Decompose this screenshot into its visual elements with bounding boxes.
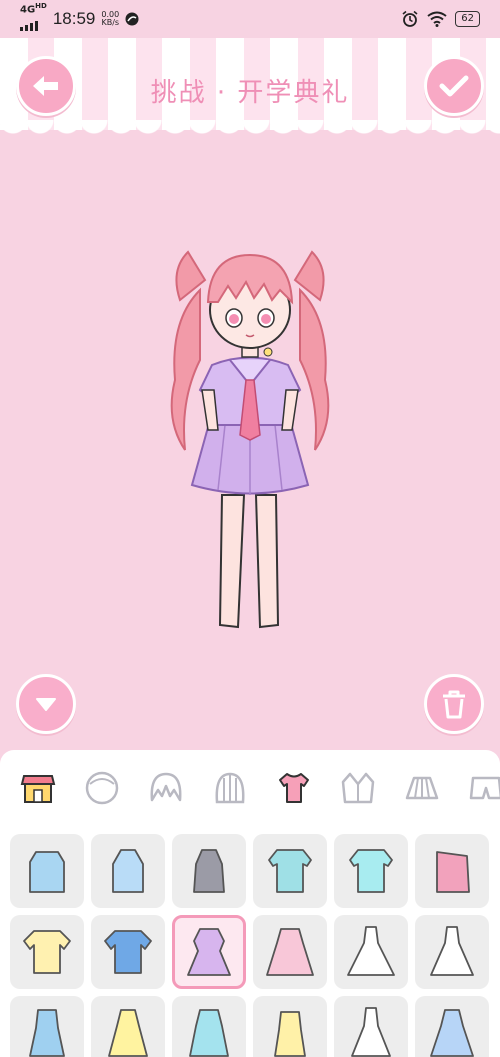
hair-front-icon (150, 772, 182, 802)
yellow-tee-icon (23, 930, 71, 974)
aqua-hoodie-icon (268, 849, 312, 893)
clothing-item-white-gown[interactable] (334, 996, 408, 1057)
confirm-button[interactable] (424, 56, 484, 116)
aqua-dress-icon (189, 1009, 229, 1057)
blue-sweater-icon (29, 851, 65, 893)
clothing-item-mint-shirt[interactable] (334, 834, 408, 908)
blue-stripe-tee-icon (104, 930, 152, 974)
clothing-item-yellow-tee[interactable] (10, 915, 84, 989)
category-bar (0, 750, 500, 826)
arrow-left-icon (33, 76, 58, 96)
clothing-grid (10, 834, 500, 1057)
clothing-item-aqua-hoodie[interactable] (253, 834, 327, 908)
shop-icon (20, 775, 56, 803)
net-speed-unit: KB/s (101, 17, 120, 27)
white-dress-icon (347, 926, 395, 976)
lightblue-tank-icon (112, 849, 144, 893)
clothing-item-lightblue-tank[interactable] (91, 834, 165, 908)
wardrobe-panel (0, 750, 500, 1057)
clothing-item-pink-offshoulder[interactable] (415, 834, 489, 908)
network-label: 4G (20, 4, 36, 16)
gray-tank-icon (193, 849, 225, 893)
face-icon (85, 771, 119, 805)
clothing-item-gray-tank[interactable] (172, 834, 246, 908)
character-figure[interactable] (160, 240, 340, 640)
trash-icon (443, 690, 465, 719)
clothing-item-blue-stripe-tee[interactable] (91, 915, 165, 989)
clothing-item-blue-overall[interactable] (10, 996, 84, 1057)
clothing-item-white-dress[interactable] (334, 915, 408, 989)
tshirt-icon (279, 773, 309, 803)
category-skirt[interactable] (402, 768, 442, 808)
clothing-item-pink-dress[interactable] (253, 915, 327, 989)
pink-offshoulder-icon (436, 851, 470, 893)
category-face[interactable] (82, 768, 122, 808)
collapse-button[interactable] (16, 674, 76, 734)
category-jacket[interactable] (338, 768, 378, 808)
category-hair-front[interactable] (146, 768, 186, 808)
battery-indicator: 62 (455, 11, 480, 27)
triangle-down-icon (36, 698, 56, 711)
pants-icon (469, 776, 500, 800)
clothing-item-yellow-sundress[interactable] (91, 996, 165, 1057)
wifi-icon (427, 11, 447, 27)
check-icon (439, 75, 469, 97)
white-gown-icon (351, 1007, 391, 1057)
jacket-icon (341, 772, 375, 804)
category-top[interactable] (274, 768, 314, 808)
network-indicator: 4GHD (20, 3, 47, 34)
signal-icon (20, 20, 38, 31)
category-hair-back[interactable] (210, 768, 250, 808)
clock: 18:59 (52, 8, 96, 28)
clothing-item-blue-gown[interactable] (415, 996, 489, 1057)
delete-button[interactable] (424, 674, 484, 734)
skirt-icon (405, 776, 439, 800)
mint-shirt-icon (349, 849, 393, 893)
clothing-item-blue-sweater[interactable] (10, 834, 84, 908)
category-shop[interactable] (18, 768, 58, 808)
clothing-item-aqua-dress[interactable] (172, 996, 246, 1057)
dressup-stage (0, 150, 500, 750)
network-sub: HD (35, 2, 47, 11)
clothing-item-white-bow-dress[interactable] (415, 915, 489, 989)
pink-dress-icon (266, 928, 314, 976)
white-bow-dress-icon (430, 926, 474, 976)
awning-scallop (0, 120, 500, 144)
status-bar: 4GHD 18:59 0.00 KB/s 62 (0, 0, 500, 38)
lemon-dress-icon (274, 1011, 306, 1057)
alarm-icon (402, 10, 418, 27)
blue-gown-icon (430, 1009, 474, 1057)
clothing-item-sailor-uniform[interactable] (172, 915, 246, 989)
net-speed: 0.00 KB/s (101, 10, 120, 27)
back-button[interactable] (16, 56, 76, 116)
yellow-sundress-icon (108, 1009, 148, 1057)
clothing-item-lemon-dress[interactable] (253, 996, 327, 1057)
app-notification-icon (125, 12, 139, 26)
blue-overall-icon (29, 1009, 65, 1057)
sailor-uniform-icon (187, 928, 231, 976)
category-pants[interactable] (466, 768, 500, 808)
hair-back-icon (215, 772, 245, 804)
